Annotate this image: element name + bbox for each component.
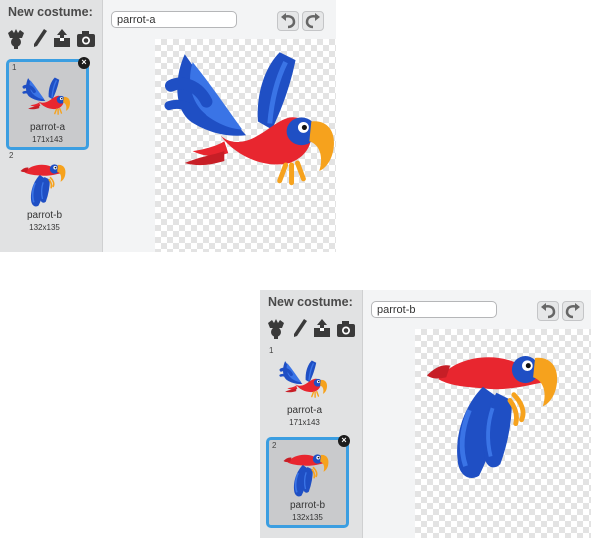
paint-new-costume-icon[interactable] — [30, 27, 50, 49]
redo-icon — [305, 13, 320, 29]
new-costume-label: New costume: — [268, 295, 353, 309]
choose-costume-from-library-icon[interactable] — [266, 317, 286, 339]
costume-thumbnail-parrot-b — [282, 453, 330, 498]
undo-icon — [541, 303, 556, 319]
canvas-costume-parrot-b — [425, 339, 565, 487]
new-costume-from-camera-icon[interactable] — [76, 27, 96, 49]
costume-item-parrot-a[interactable]: 1 parrot-a 171x143 — [6, 59, 89, 150]
redo-button[interactable] — [302, 11, 324, 31]
new-costume-label: New costume: — [8, 5, 93, 19]
costume-item-parrot-b[interactable]: 2 parrot-b 132x135 — [266, 437, 349, 528]
costume-number: 1 — [269, 346, 274, 355]
costume-name-input[interactable] — [371, 301, 497, 318]
upload-costume-from-file-icon[interactable] — [312, 317, 332, 339]
costume-name: parrot-b — [26, 210, 62, 221]
costume-item-parrot-b[interactable]: 2 parrot-b 132x135 — [6, 150, 83, 235]
costume-name-input[interactable] — [111, 11, 237, 28]
paint-new-costume-icon[interactable] — [290, 317, 310, 339]
costume-number: 1 — [12, 63, 17, 72]
costume-name: parrot-b — [289, 500, 325, 511]
costume-number: 2 — [9, 151, 14, 160]
costume-size: 132x135 — [29, 223, 60, 232]
undo-button[interactable] — [537, 301, 559, 321]
costume-editor-panel-2: New costume: 1 parrot-a 171x143 2 parrot… — [260, 290, 591, 538]
costume-name: parrot-a — [286, 405, 322, 416]
redo-icon — [565, 303, 580, 319]
new-costume-tools — [6, 27, 98, 49]
costume-item-parrot-a[interactable]: 1 parrot-a 171x143 — [266, 345, 343, 430]
costume-size: 171x143 — [32, 135, 63, 144]
canvas-costume-parrot-a — [163, 43, 336, 193]
costume-number: 2 — [272, 441, 277, 450]
costume-thumbnail-parrot-a — [22, 75, 72, 116]
redo-button[interactable] — [562, 301, 584, 321]
costume-name: parrot-a — [29, 122, 65, 133]
costume-thumbnail-parrot-a — [279, 358, 329, 399]
new-costume-from-camera-icon[interactable] — [336, 317, 356, 339]
paint-editor — [103, 0, 336, 252]
delete-costume-icon[interactable]: × — [78, 57, 90, 69]
undo-button[interactable] — [277, 11, 299, 31]
paint-editor — [363, 290, 591, 538]
upload-costume-from-file-icon[interactable] — [52, 27, 72, 49]
drawing-canvas[interactable] — [415, 329, 591, 538]
costume-editor-panel-1: New costume: 1 parrot-a 171x143 × 2 parr… — [0, 0, 336, 252]
delete-costume-icon[interactable]: × — [338, 435, 350, 447]
drawing-canvas[interactable] — [155, 39, 336, 252]
costume-thumbnail-parrot-b — [19, 163, 67, 208]
costume-sidebar: New costume: 1 parrot-a 171x143 × 2 parr… — [0, 0, 103, 252]
choose-costume-from-library-icon[interactable] — [6, 27, 26, 49]
new-costume-tools — [266, 317, 358, 339]
undo-icon — [281, 13, 296, 29]
costume-size: 171x143 — [289, 418, 320, 427]
costume-size: 132x135 — [292, 513, 323, 522]
costume-sidebar: New costume: 1 parrot-a 171x143 2 parrot… — [260, 290, 363, 538]
